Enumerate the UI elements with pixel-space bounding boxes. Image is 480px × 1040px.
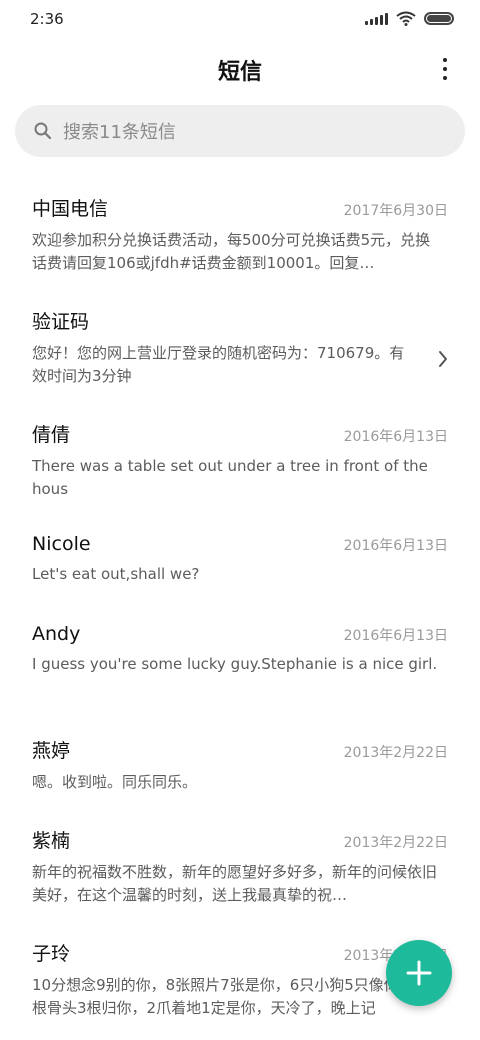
signal-icon bbox=[365, 12, 388, 25]
thread-item[interactable]: 紫楠 2013年2月22日 新年的祝福数不胜数，新年的愿望好多好多，新年的问候依… bbox=[0, 812, 480, 925]
thread-date: 2016年6月13日 bbox=[343, 628, 448, 644]
thread-name: 倩倩 bbox=[32, 424, 71, 446]
chevron-right-icon bbox=[439, 351, 447, 367]
thread-snippet: 10分想念9别的你，8张照片7张是你，6只小狗5只像你，4根骨头3根归你，2爪着… bbox=[32, 976, 424, 1017]
search-input[interactable]: 搜索11条短信 bbox=[15, 105, 465, 157]
search-icon bbox=[34, 122, 52, 140]
page-title: 短信 bbox=[217, 60, 262, 85]
thread-item[interactable]: 倩倩 2016年6月13日 There was a table set out … bbox=[0, 406, 480, 519]
plus-icon bbox=[406, 960, 432, 986]
thread-snippet: 嗯。收到啦。同乐同乐。 bbox=[32, 773, 198, 791]
thread-item[interactable]: Nicole 2016年6月13日 Let's eat out,shall we… bbox=[0, 519, 480, 609]
thread-name: Nicole bbox=[32, 533, 91, 555]
thread-snippet: 欢迎参加积分兑换话费活动，每500分可兑换话费5元，兑换话费请回复106或jfd… bbox=[32, 231, 431, 272]
more-vertical-icon bbox=[443, 58, 447, 62]
thread-name: 验证码 bbox=[32, 311, 90, 333]
battery-icon bbox=[424, 12, 454, 25]
thread-date: 2017年6月30日 bbox=[343, 203, 448, 219]
thread-date: 2016年6月13日 bbox=[343, 429, 448, 445]
thread-date: 2013年2月22日 bbox=[343, 745, 448, 761]
thread-name: 紫楠 bbox=[32, 830, 71, 852]
thread-item[interactable]: 燕婷 2013年2月22日 嗯。收到啦。同乐同乐。 bbox=[0, 722, 480, 812]
status-time: 2:36 bbox=[30, 10, 64, 28]
status-bar: 2:36 bbox=[0, 0, 480, 40]
thread-name: 中国电信 bbox=[32, 198, 109, 220]
thread-snippet: Let's eat out,shall we? bbox=[32, 565, 200, 583]
thread-date: 2016年6月13日 bbox=[343, 538, 448, 554]
thread-list: 中国电信 2017年6月30日 欢迎参加积分兑换话费活动，每500分可兑换话费5… bbox=[0, 180, 480, 1025]
thread-name: Andy bbox=[32, 623, 81, 645]
thread-snippet: I guess you're some lucky guy.Stephanie … bbox=[32, 655, 438, 673]
thread-snippet: There was a table set out under a tree i… bbox=[32, 457, 428, 498]
thread-item[interactable]: 验证码 您好！您的网上营业厅登录的随机密码为：710679。有效时间为3分钟 bbox=[0, 293, 480, 406]
thread-snippet: 新年的祝福数不胜数，新年的愿望好多好多，新年的问候依旧美好，在这个温馨的时刻，送… bbox=[32, 863, 438, 904]
compose-button[interactable] bbox=[386, 940, 452, 1006]
thread-name: 燕婷 bbox=[32, 740, 71, 762]
search-placeholder: 搜索11条短信 bbox=[63, 122, 176, 143]
more-options-button[interactable] bbox=[440, 58, 450, 80]
status-icons bbox=[365, 11, 454, 26]
thread-name: 子玲 bbox=[32, 943, 71, 965]
thread-item[interactable]: 中国电信 2017年6月30日 欢迎参加积分兑换话费活动，每500分可兑换话费5… bbox=[0, 180, 480, 293]
thread-date: 2013年2月22日 bbox=[343, 835, 448, 851]
thread-snippet: 您好！您的网上营业厅登录的随机密码为：710679。有效时间为3分钟 bbox=[32, 344, 405, 385]
wifi-icon bbox=[396, 11, 416, 26]
thread-item[interactable]: Andy 2016年6月13日 I guess you're some luck… bbox=[0, 609, 480, 722]
